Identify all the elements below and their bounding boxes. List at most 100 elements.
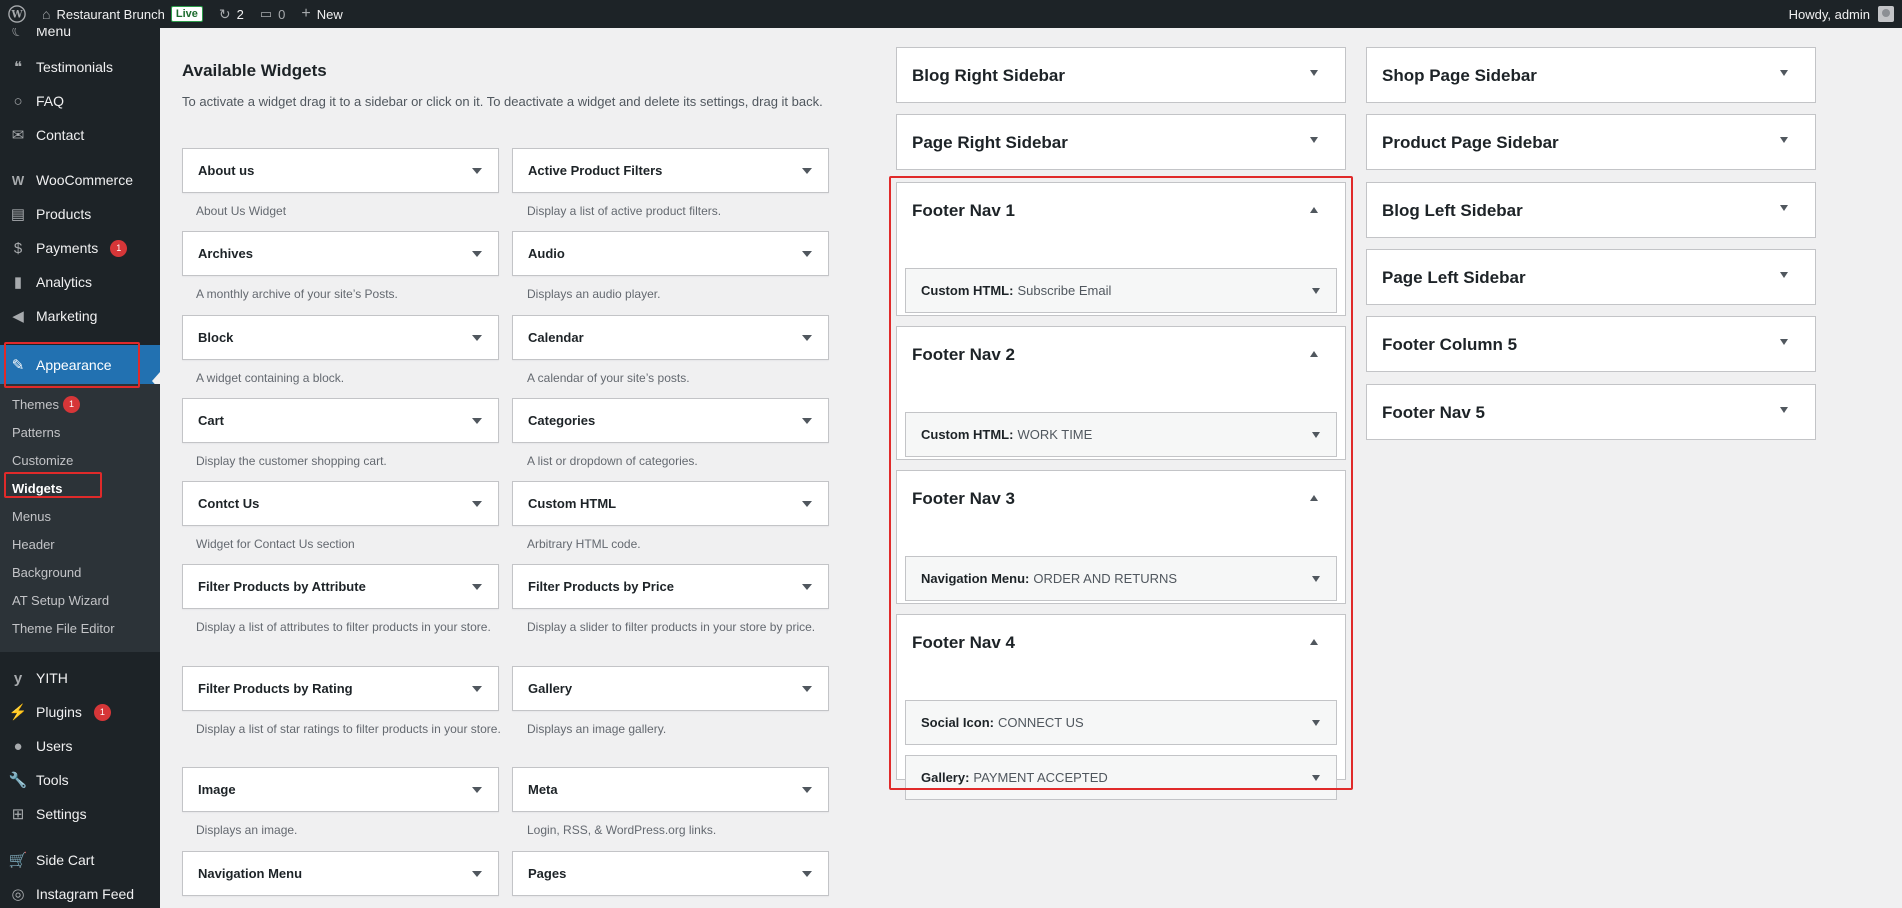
- widget-pages[interactable]: Pages: [512, 851, 829, 896]
- menu-item-instagram-feed[interactable]: ◎ Instagram Feed: [0, 877, 160, 908]
- sidebar-blog-left[interactable]: Blog Left Sidebar: [1366, 182, 1816, 238]
- chevron-up-icon[interactable]: [1310, 639, 1318, 645]
- widget-name: Archives: [198, 246, 253, 261]
- chevron-down-icon[interactable]: [1780, 205, 1788, 211]
- widget-contct-us[interactable]: Contct Us: [182, 481, 499, 526]
- menu-item-appearance[interactable]: ✎ Appearance: [0, 345, 160, 385]
- widget-gallery[interactable]: Gallery: [512, 666, 829, 711]
- submenu-setup-wizard[interactable]: AT Setup Wizard: [12, 588, 109, 612]
- sidebar-footer-column-5[interactable]: Footer Column 5: [1366, 316, 1816, 372]
- widget-name: Custom HTML: [528, 496, 617, 511]
- widget-name: Navigation Menu: [198, 866, 303, 881]
- chevron-down-icon[interactable]: [1780, 339, 1788, 345]
- widget-custom-html[interactable]: Custom HTML: [512, 481, 829, 526]
- submenu-header[interactable]: Header: [12, 532, 55, 556]
- svg-text:W: W: [10, 10, 23, 21]
- submenu-patterns[interactable]: Patterns: [12, 420, 60, 444]
- sidebar-widget[interactable]: Social Icon: CONNECT US: [905, 700, 1337, 745]
- sidebar-widget[interactable]: Custom HTML: WORK TIME: [905, 412, 1337, 457]
- menu-item-woocommerce[interactable]: W WooCommerce: [0, 163, 160, 197]
- submenu-widgets[interactable]: Widgets: [12, 476, 62, 500]
- sidebar-blog-right[interactable]: Blog Right Sidebar: [896, 47, 1346, 103]
- widget-name: Block: [198, 330, 234, 345]
- widget-desc: About Us Widget: [196, 204, 287, 218]
- sidebar-widget[interactable]: Navigation Menu: ORDER AND RETURNS: [905, 556, 1337, 601]
- sidebar-product-page[interactable]: Product Page Sidebar: [1366, 114, 1816, 170]
- chevron-down-icon[interactable]: [1310, 137, 1318, 143]
- settings-icon: ⊞: [11, 806, 25, 823]
- menu-item-faq[interactable]: ○ FAQ: [0, 84, 160, 118]
- my-account[interactable]: Howdy, admin: [1789, 0, 1902, 28]
- chevron-down-icon[interactable]: [1780, 137, 1788, 143]
- widget-desc: Login, RSS, & WordPress.org links.: [527, 823, 717, 837]
- new-content-link[interactable]: + New: [293, 0, 350, 28]
- chevron-up-icon[interactable]: [1310, 207, 1318, 213]
- sidebar-footer-nav-2[interactable]: Footer Nav 2 Custom HTML: WORK TIME: [896, 326, 1346, 460]
- chevron-down-icon[interactable]: [1780, 70, 1788, 76]
- widget-calendar[interactable]: Calendar: [512, 315, 829, 360]
- menu-label: Instagram Feed: [36, 886, 135, 902]
- widget-meta[interactable]: Meta: [512, 767, 829, 812]
- menu-item-settings[interactable]: ⊞ Settings: [0, 797, 160, 831]
- widget-archives[interactable]: Archives: [182, 231, 499, 276]
- menu-item-analytics[interactable]: ▮ Analytics: [0, 265, 160, 299]
- sidebar-page-left[interactable]: Page Left Sidebar: [1366, 249, 1816, 305]
- sidebar-widget[interactable]: Gallery: PAYMENT ACCEPTED: [905, 755, 1337, 800]
- menu-item-users[interactable]: ● Users: [0, 729, 160, 763]
- menu-item-marketing[interactable]: ◀ Marketing: [0, 299, 160, 333]
- submenu-themes[interactable]: Themes 1: [12, 392, 80, 416]
- sidebar-footer-nav-5[interactable]: Footer Nav 5: [1366, 384, 1816, 440]
- menu-item-plugins[interactable]: ⚡ Plugins 1: [0, 695, 160, 729]
- chevron-up-icon[interactable]: [1310, 495, 1318, 501]
- widget-image[interactable]: Image: [182, 767, 499, 812]
- widget-cart[interactable]: Cart: [182, 398, 499, 443]
- sidebar-footer-nav-3[interactable]: Footer Nav 3 Navigation Menu: ORDER AND …: [896, 470, 1346, 604]
- site-name-link[interactable]: ⌂ Restaurant Brunch Live: [34, 0, 211, 28]
- chevron-down-icon: [472, 584, 482, 590]
- sidebar-widget[interactable]: Custom HTML: Subscribe Email: [905, 268, 1337, 313]
- chevron-down-icon[interactable]: [1310, 70, 1318, 76]
- sidebar-shop-page[interactable]: Shop Page Sidebar: [1366, 47, 1816, 103]
- widget-active-product-filters[interactable]: Active Product Filters: [512, 148, 829, 193]
- menu-item-menu[interactable]: ☾ Menu: [0, 28, 160, 48]
- wordpress-logo[interactable]: W: [0, 0, 34, 28]
- menu-item-payments[interactable]: $ Payments 1: [0, 231, 160, 265]
- menu-item-yith[interactable]: y YITH: [0, 661, 160, 695]
- widget-name: Contct Us: [198, 496, 260, 511]
- submenu-label: Header: [12, 536, 55, 552]
- submenu-menus[interactable]: Menus: [12, 504, 51, 528]
- menu-item-products[interactable]: ▤ Products: [0, 197, 160, 231]
- menu-item-side-cart[interactable]: 🛒 Side Cart: [0, 843, 160, 877]
- widget-name: Categories: [528, 413, 596, 428]
- menu-item-contact[interactable]: ✉ Contact: [0, 118, 160, 152]
- submenu-customize[interactable]: Customize: [12, 448, 73, 472]
- chevron-down-icon[interactable]: [1780, 272, 1788, 278]
- sidebar-footer-nav-4[interactable]: Footer Nav 4 Social Icon: CONNECT US Gal…: [896, 614, 1346, 800]
- widget-desc: Display a list of star ratings to filter…: [196, 722, 501, 736]
- widget-filter-by-rating[interactable]: Filter Products by Rating: [182, 666, 499, 711]
- sidebar-footer-nav-1[interactable]: Footer Nav 1 Custom HTML: Subscribe Emai…: [896, 182, 1346, 316]
- widget-desc: A widget containing a block.: [196, 371, 345, 385]
- submenu-background[interactable]: Background: [12, 560, 81, 584]
- chevron-down-icon[interactable]: [1780, 407, 1788, 413]
- widget-audio[interactable]: Audio: [512, 231, 829, 276]
- updates-link[interactable]: ↻ 2: [211, 0, 252, 28]
- widget-navigation-menu[interactable]: Navigation Menu: [182, 851, 499, 896]
- widget-filter-by-price[interactable]: Filter Products by Price: [512, 564, 829, 609]
- widget-name: Cart: [198, 413, 225, 428]
- menu-label: Analytics: [36, 274, 93, 290]
- menu-item-tools[interactable]: 🔧 Tools: [0, 763, 160, 797]
- widget-filter-by-attribute[interactable]: Filter Products by Attribute: [182, 564, 499, 609]
- comments-link[interactable]: ▭ 0: [252, 0, 294, 28]
- sidebar-page-right[interactable]: Page Right Sidebar: [896, 114, 1346, 170]
- envelope-icon: ✉: [11, 127, 25, 144]
- chevron-up-icon[interactable]: [1310, 351, 1318, 357]
- widget-categories[interactable]: Categories: [512, 398, 829, 443]
- widget-block[interactable]: Block: [182, 315, 499, 360]
- menu-item-testimonials[interactable]: ❝ Testimonials: [0, 50, 160, 84]
- chevron-down-icon: [472, 418, 482, 424]
- widget-about-us[interactable]: About us: [182, 148, 499, 193]
- menu-label: Appearance: [36, 357, 112, 373]
- submenu-theme-file-editor[interactable]: Theme File Editor: [12, 616, 115, 640]
- faq-icon: ○: [13, 92, 23, 110]
